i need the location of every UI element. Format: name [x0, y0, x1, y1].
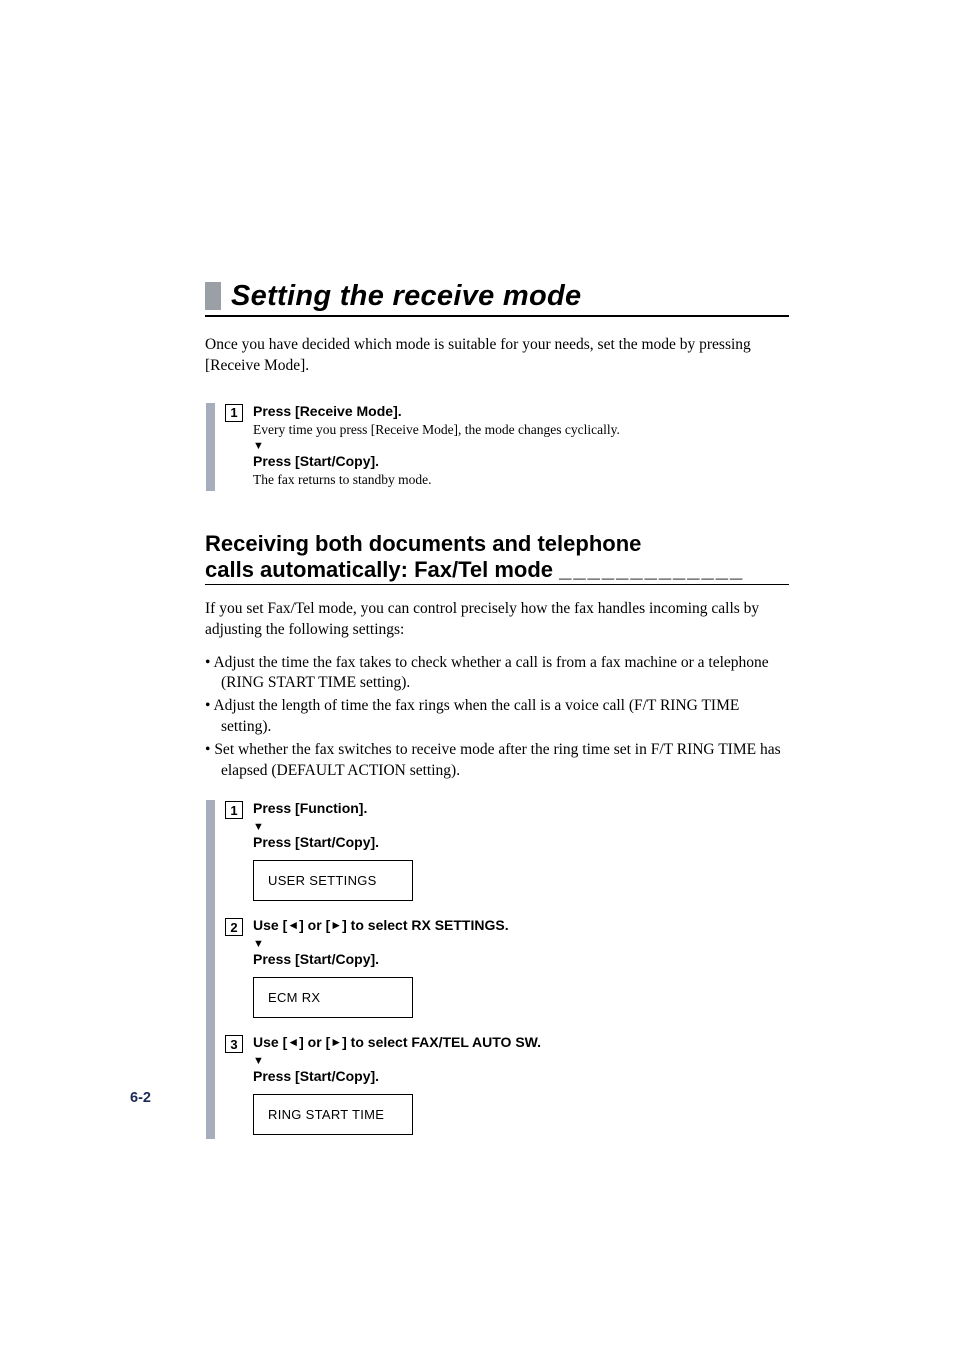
down-arrow-icon: ▼ — [253, 1056, 789, 1067]
step-number-box: 1 — [225, 801, 243, 819]
step-number-box: 3 — [225, 1035, 243, 1053]
section-heading-line2: calls automatically: Fax/Tel mode — [205, 557, 559, 582]
down-arrow-icon: ▼ — [253, 939, 789, 950]
right-arrow-icon: ► — [330, 918, 342, 932]
step-sub-heading: Press [Start/Copy]. — [253, 453, 789, 469]
intro-paragraph: Once you have decided which mode is suit… — [205, 335, 789, 377]
step-heading-part: ] or [ — [299, 1034, 330, 1050]
lcd-display: RING START TIME — [253, 1094, 413, 1135]
left-arrow-icon: ◄ — [287, 1035, 299, 1049]
section-heading-fill: _____________ — [559, 557, 744, 583]
left-arrow-icon: ◄ — [287, 918, 299, 932]
bullet-list: Adjust the time the fax takes to check w… — [205, 653, 789, 783]
down-arrow-icon: ▼ — [253, 441, 789, 452]
right-arrow-icon: ► — [330, 1035, 342, 1049]
step-sub-heading: Press [Start/Copy]. — [253, 834, 789, 850]
lcd-display: ECM RX — [253, 977, 413, 1018]
step-heading-part: ] or [ — [299, 917, 330, 933]
lcd-display: USER SETTINGS — [253, 860, 413, 901]
step-sub-heading: Press [Start/Copy]. — [253, 1068, 789, 1084]
main-title: Setting the receive mode — [231, 280, 581, 313]
step-heading: Use [◄] or [►] to select RX SETTINGS. — [253, 917, 789, 933]
step-heading-part: ] to select RX SETTINGS. — [342, 917, 508, 933]
step-rail — [205, 800, 217, 1139]
step-sub-heading: Press [Start/Copy]. — [253, 951, 789, 967]
procedure-block-b: 1 Press [Function]. ▼ Press [Start/Copy]… — [205, 800, 789, 1139]
list-item: Adjust the time the fax takes to check w… — [205, 653, 789, 695]
step-description: Every time you press [Receive Mode], the… — [253, 421, 789, 439]
step-sub-description: The fax returns to standby mode. — [253, 471, 789, 489]
procedure-block-a: 1 Press [Receive Mode]. Every time you p… — [205, 403, 789, 491]
section-heading-line1: Receiving both documents and telephone — [205, 531, 641, 556]
step-rail — [205, 403, 217, 491]
step-number-box: 1 — [225, 404, 243, 422]
page-number: 6-2 — [130, 1090, 151, 1106]
section-heading: Receiving both documents and telephone c… — [205, 531, 789, 585]
list-item: Adjust the length of time the fax rings … — [205, 696, 789, 738]
down-arrow-icon: ▼ — [253, 822, 789, 833]
step-heading-part: Use [ — [253, 917, 287, 933]
section-intro: If you set Fax/Tel mode, you can control… — [205, 599, 789, 641]
step-heading-part: Use [ — [253, 1034, 287, 1050]
title-accent-bar — [205, 282, 221, 310]
main-title-row: Setting the receive mode — [205, 280, 789, 317]
list-item: Set whether the fax switches to receive … — [205, 740, 789, 782]
step-heading: Press [Function]. — [253, 800, 789, 816]
step-heading-part: ] to select FAX/TEL AUTO SW. — [342, 1034, 541, 1050]
step-heading: Press [Receive Mode]. — [253, 403, 789, 419]
step-number-box: 2 — [225, 918, 243, 936]
step-heading: Use [◄] or [►] to select FAX/TEL AUTO SW… — [253, 1034, 789, 1050]
